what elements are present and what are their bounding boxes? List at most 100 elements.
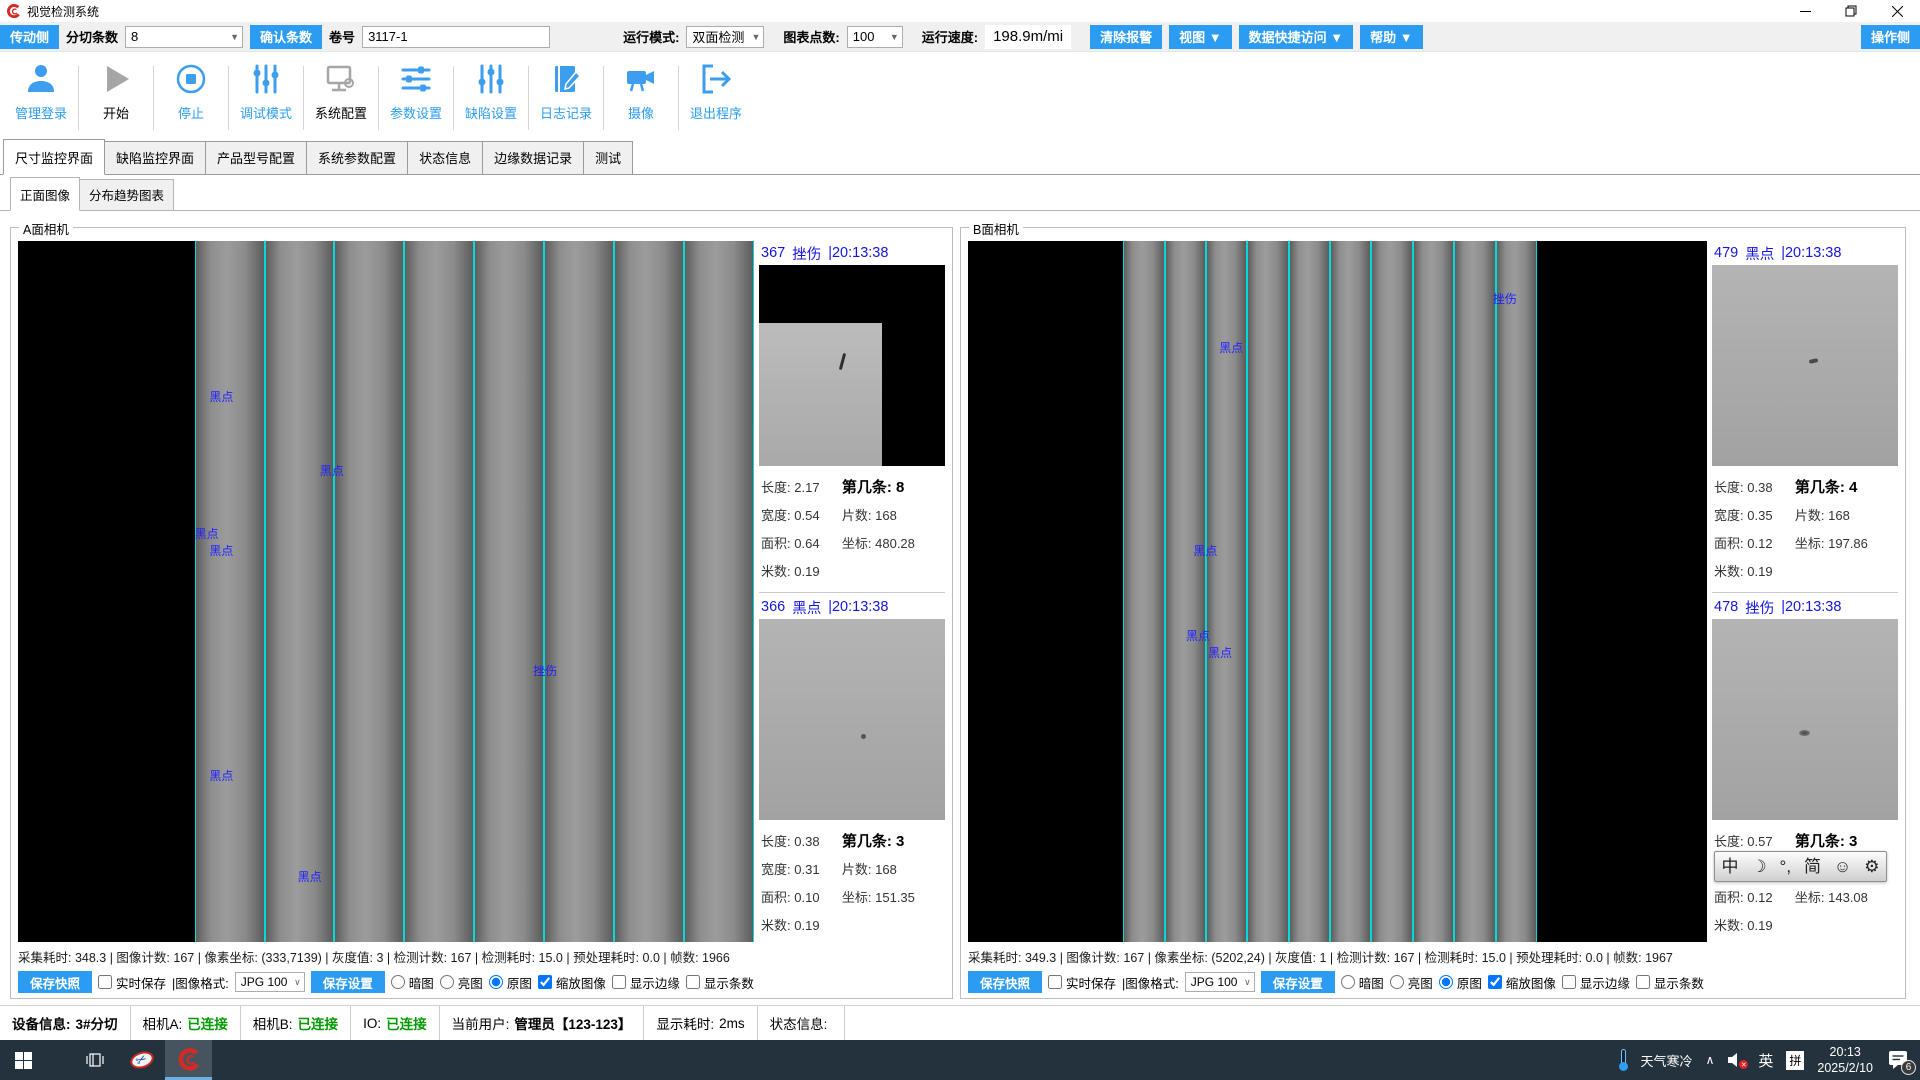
- clock-date: 2025/2/10: [1817, 1061, 1873, 1075]
- main-tab-2[interactable]: 缺陷监控界面: [104, 141, 206, 174]
- save-snapshot-button[interactable]: 保存快照: [18, 971, 92, 993]
- film-strip: [474, 241, 544, 942]
- show-edge-checkbox[interactable]: [612, 975, 626, 989]
- close-button[interactable]: [1874, 0, 1920, 22]
- show-count-checkbox[interactable]: [1636, 975, 1650, 989]
- toolbar-item-debug-sliders[interactable]: 调试模式: [229, 62, 303, 122]
- ime-emoji-icon[interactable]: ☺: [1834, 858, 1851, 875]
- weather-text[interactable]: 天气寒冷: [1641, 1051, 1693, 1070]
- ime-settings-gear-icon[interactable]: ⚙: [1864, 858, 1879, 875]
- original-image-radio[interactable]: [1439, 975, 1453, 989]
- save-settings-button[interactable]: 保存设置: [1261, 971, 1335, 993]
- help-menu-button[interactable]: 帮助 ▼: [1360, 25, 1422, 49]
- ime-punctuation-icon[interactable]: °,: [1780, 858, 1792, 875]
- toolbar-item-label: 调试模式: [240, 103, 292, 122]
- run-mode-label: 运行模式:: [623, 27, 679, 46]
- snipping-tool-taskbar-button[interactable]: ✂: [118, 1040, 165, 1080]
- toolbar-item-system-config[interactable]: 系统配置: [304, 62, 378, 122]
- toolbar-item-label: 管理登录: [15, 103, 67, 122]
- film-strip: [614, 241, 684, 942]
- toolbar-item-param-sliders[interactable]: 参数设置: [379, 62, 453, 122]
- defect-marker-label: 黑点: [1208, 644, 1232, 661]
- dark-image-radio[interactable]: [1341, 975, 1355, 989]
- film-strip: [1289, 241, 1330, 942]
- restore-button[interactable]: [1828, 0, 1874, 22]
- toolbar-item-video-camera[interactable]: 摄像: [604, 62, 678, 122]
- ime-chinese-mode[interactable]: 中: [1721, 858, 1738, 875]
- defect-card[interactable]: 366黑点|20:13:38 长度: 0.38 第几条: 3 宽度: 0.31 …: [759, 592, 945, 942]
- run-mode-select[interactable]: 双面检测▼: [686, 26, 764, 48]
- sub-tab-1[interactable]: 正面图像: [10, 177, 80, 211]
- sub-tab-2[interactable]: 分布趋势图表: [79, 179, 174, 210]
- save-snapshot-button[interactable]: 保存快照: [968, 971, 1042, 993]
- defect-thumbnail: [1712, 265, 1898, 466]
- bright-image-radio[interactable]: [440, 975, 454, 989]
- data-quick-access-button[interactable]: 数据快捷访问 ▼: [1239, 25, 1353, 49]
- chart-points-label: 图表点数:: [783, 27, 839, 46]
- toolbar-item-exit[interactable]: 退出程序: [679, 62, 753, 122]
- toolbar-item-label: 缺陷设置: [465, 103, 517, 122]
- ime-toolbar[interactable]: 中 ☽ °, 简 ☺ ⚙: [1714, 851, 1887, 882]
- defect-card[interactable]: 367挫伤|20:13:38 长度: 2.17 第几条: 8 宽度: 0.54 …: [759, 241, 945, 588]
- operate-side-button[interactable]: 操作侧: [1861, 25, 1920, 49]
- show-edge-checkbox[interactable]: [1562, 975, 1576, 989]
- realtime-save-checkbox[interactable]: [98, 975, 112, 989]
- defect-marker-label: 黑点: [209, 388, 233, 405]
- save-settings-button[interactable]: 保存设置: [311, 971, 385, 993]
- vision-app-taskbar-button[interactable]: [165, 1040, 212, 1080]
- clear-alarm-button[interactable]: 清除报警: [1090, 25, 1162, 49]
- main-tab-5[interactable]: 状态信息: [407, 141, 483, 174]
- taskbar-clock[interactable]: 20:13 2025/2/10: [1817, 1044, 1873, 1077]
- bright-image-radio[interactable]: [1390, 975, 1404, 989]
- view-menu-button[interactable]: 视图 ▼: [1169, 25, 1231, 49]
- language-indicator[interactable]: 英: [1758, 1050, 1773, 1071]
- volume-muted-icon[interactable]: ✕: [1727, 1052, 1745, 1068]
- film-strip: [1247, 241, 1288, 942]
- bright-image-label: 亮图: [1408, 973, 1433, 992]
- film-strip: [195, 241, 265, 942]
- film-strip: [1413, 241, 1454, 942]
- ime-halfwidth-moon-icon[interactable]: ☽: [1751, 858, 1766, 875]
- scale-image-checkbox[interactable]: [1488, 975, 1502, 989]
- minimize-button[interactable]: [1782, 0, 1828, 22]
- ime-indicator[interactable]: 拼: [1786, 1051, 1804, 1070]
- toolbar-item-play[interactable]: 开始: [79, 62, 153, 122]
- dark-image-radio[interactable]: [391, 975, 405, 989]
- defect-stats: 长度: 0.38 第几条: 3 宽度: 0.31 片数: 168 面积: 0.1…: [759, 820, 945, 942]
- chart-points-select[interactable]: 100▼: [847, 26, 903, 48]
- confirm-count-button[interactable]: 确认条数: [250, 25, 322, 49]
- show-count-checkbox[interactable]: [686, 975, 700, 989]
- defect-card[interactable]: 478挫伤|20:13:38 长度: 0.57 第几条: 3 宽度: 0.21 …: [1712, 592, 1898, 942]
- camera-b-panel-title: B面相机: [969, 219, 1023, 238]
- scale-image-checkbox[interactable]: [538, 975, 552, 989]
- main-tab-3[interactable]: 产品型号配置: [205, 141, 307, 174]
- defect-card[interactable]: 479黑点|20:13:38 长度: 0.38 第几条: 4 宽度: 0.35 …: [1712, 241, 1898, 588]
- video-camera-icon: [623, 62, 659, 96]
- status-bar: 设备信息:3#分切相机A:已连接相机B:已连接IO:已连接当前用户:管理员【12…: [0, 1005, 1920, 1040]
- image-format-select[interactable]: JPG 100∨: [235, 972, 305, 992]
- main-tab-1[interactable]: 尺寸监控界面: [3, 139, 105, 175]
- toolbar-item-defect-sliders[interactable]: 缺陷设置: [454, 62, 528, 122]
- task-view-button[interactable]: [71, 1040, 118, 1080]
- film-strip: [1165, 241, 1206, 942]
- toolbar-item-log-book[interactable]: 日志记录: [529, 62, 603, 122]
- toolbar-item-label: 日志记录: [540, 103, 592, 122]
- realtime-save-checkbox[interactable]: [1048, 975, 1062, 989]
- strip-count-select[interactable]: 8▼: [125, 26, 243, 48]
- defect-stats: 长度: 0.38 第几条: 4 宽度: 0.35 片数: 168 面积: 0.1…: [1712, 466, 1898, 588]
- roll-number-input[interactable]: [362, 26, 550, 48]
- action-center-button[interactable]: 6: [1886, 1047, 1912, 1073]
- drive-side-button[interactable]: 传动侧: [0, 25, 59, 49]
- toolbar-item-stop[interactable]: 停止: [154, 62, 228, 122]
- main-tab-4[interactable]: 系统参数配置: [306, 141, 408, 174]
- main-tab-6[interactable]: 边缘数据记录: [482, 141, 584, 174]
- title-bar: 视觉检测系统: [0, 0, 1920, 22]
- main-tab-7[interactable]: 测试: [583, 141, 633, 174]
- ime-simplified-mode[interactable]: 简: [1804, 858, 1821, 875]
- toolbar-item-user[interactable]: 管理登录: [4, 62, 78, 122]
- start-button[interactable]: [0, 1040, 47, 1080]
- hidden-icons-chevron[interactable]: ∧: [1706, 1053, 1715, 1067]
- image-format-label: |图像格式:: [1122, 973, 1179, 992]
- image-format-select[interactable]: JPG 100∨: [1185, 972, 1255, 992]
- original-image-radio[interactable]: [489, 975, 503, 989]
